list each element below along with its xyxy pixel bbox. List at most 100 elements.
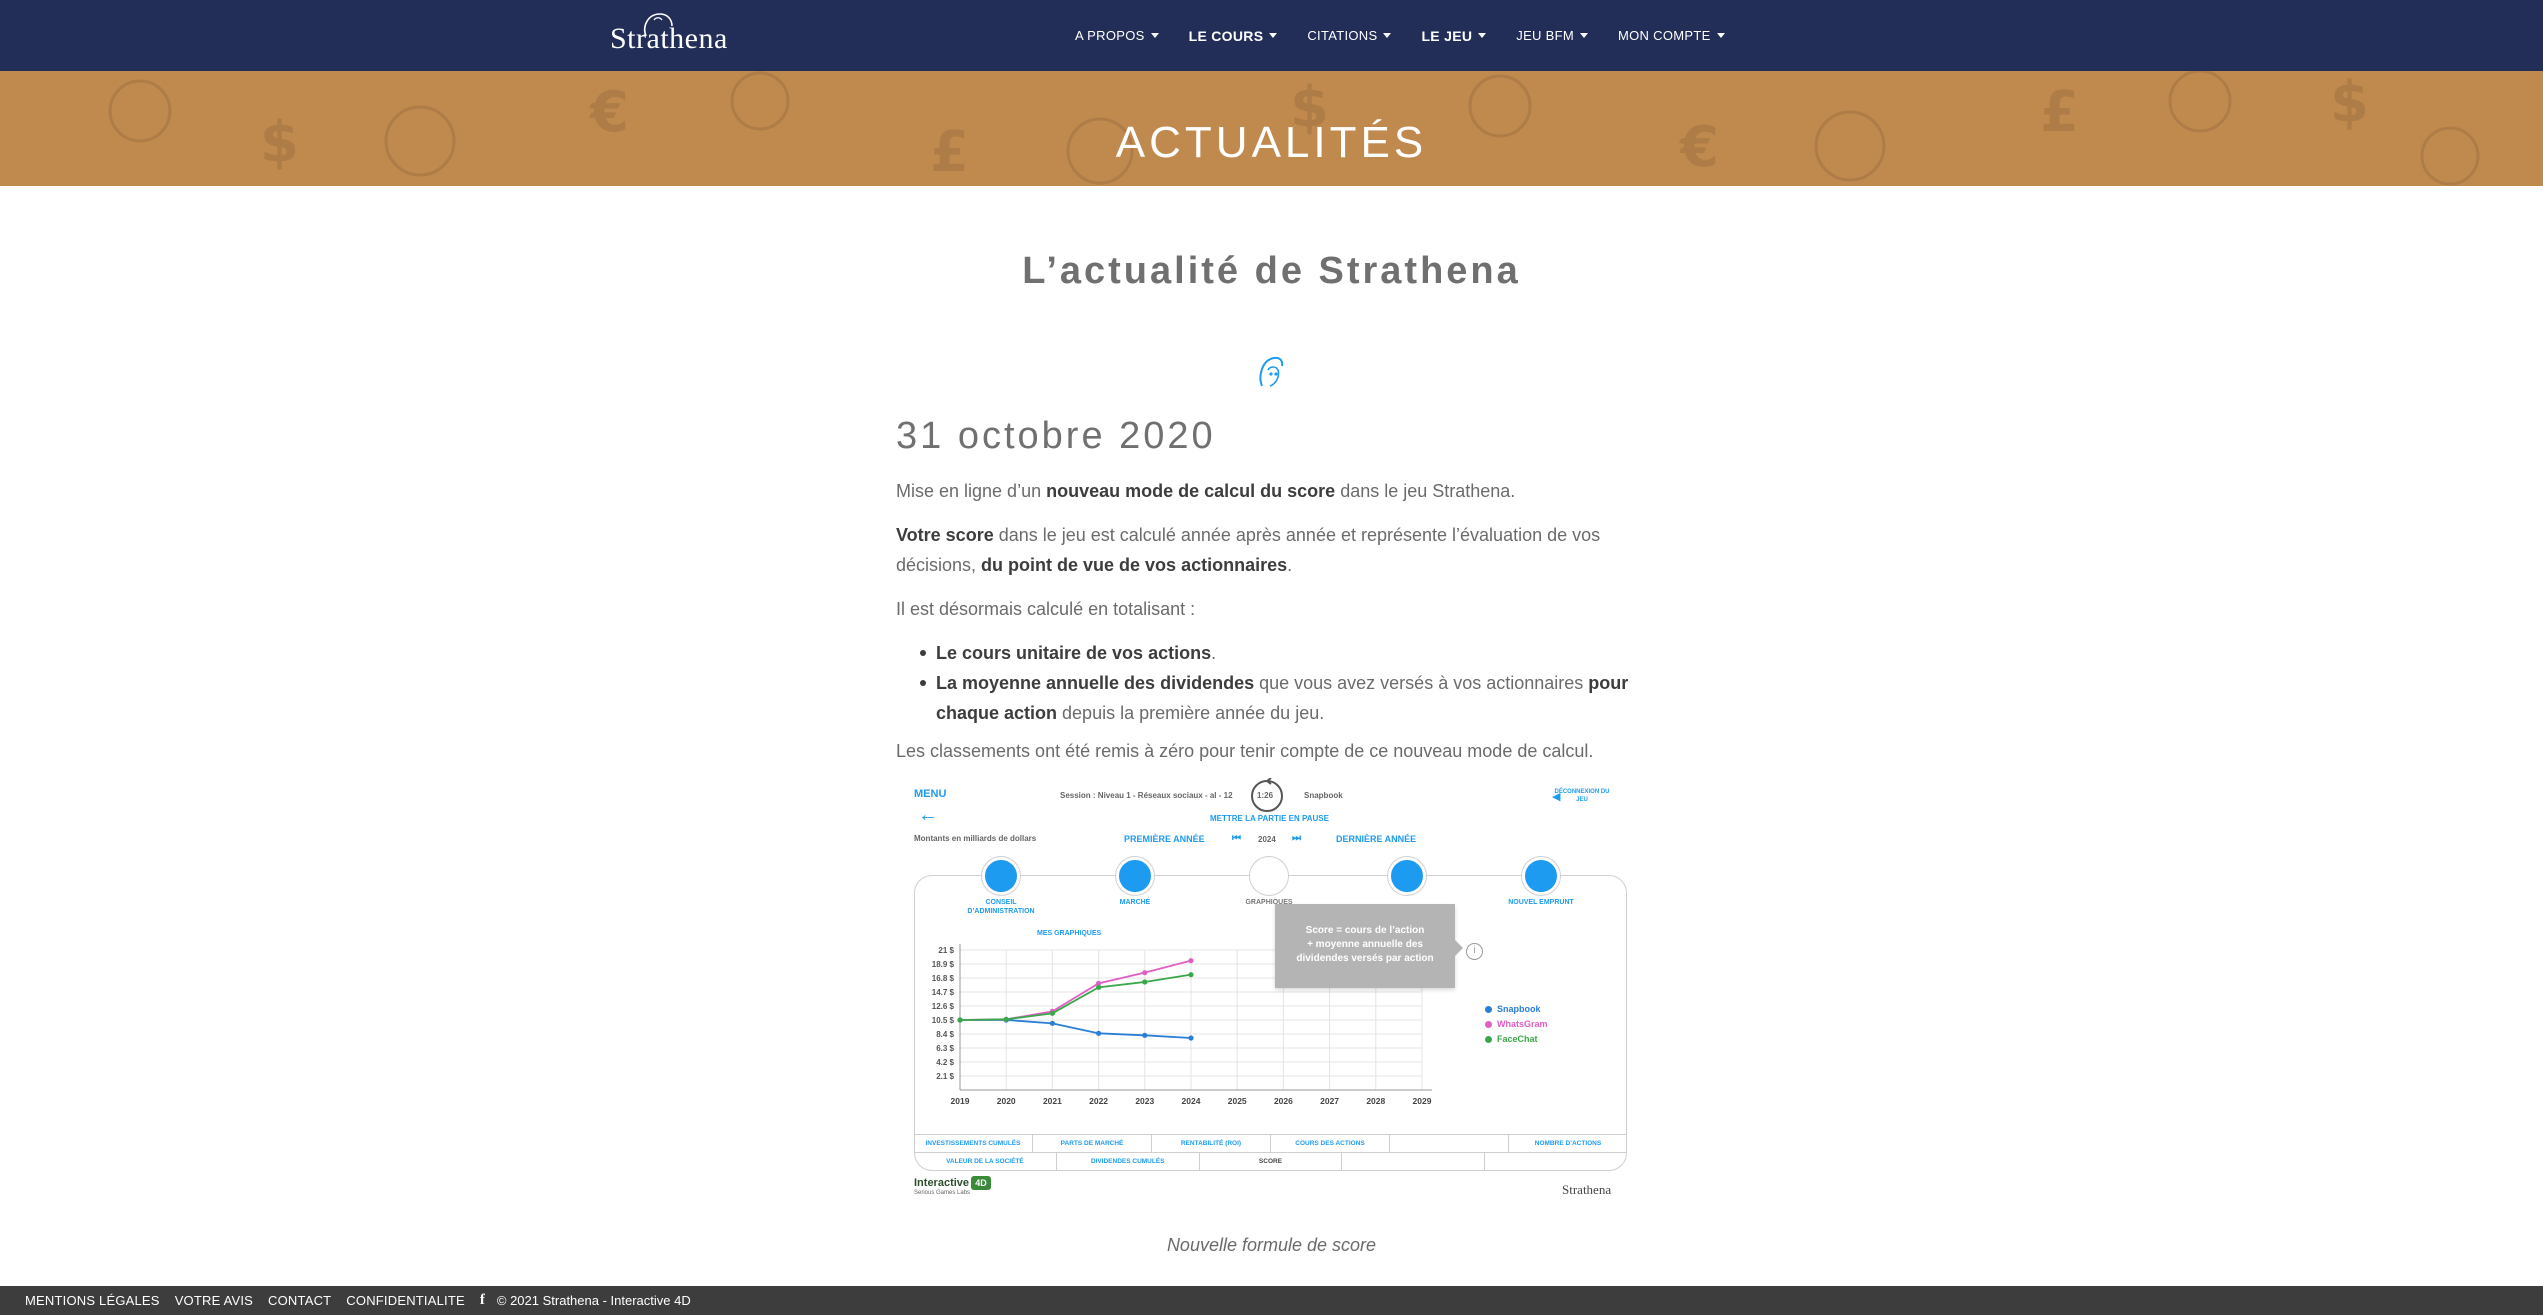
data-point [1188, 972, 1194, 978]
site-logo[interactable]: Strathena [610, 13, 742, 58]
text: Mise en ligne d’un [896, 481, 1047, 501]
data-point [1142, 979, 1148, 985]
board-icon [982, 857, 1020, 895]
table-cell: PARTS DE MARCHÉ [1033, 1135, 1152, 1152]
y-tick-label: 14.7 $ [932, 988, 955, 997]
table-cell: RENTABILITÉ (ROI) [1152, 1135, 1271, 1152]
tooltip-line: Score = cours de l’action [1305, 925, 1425, 936]
footer-link-legal[interactable]: MENTIONS LÉGALES [25, 1293, 160, 1308]
circle-label: MARCHÉ [1119, 899, 1151, 906]
bullet-list: Le cours unitaire de vos actions. La moy… [920, 638, 1636, 728]
facebook-icon[interactable]: f [480, 1292, 485, 1309]
nav-item-citations[interactable]: CITATIONS [1292, 0, 1406, 71]
game-company: Snapbook [1304, 791, 1343, 800]
game-menu-label: MENU [914, 788, 947, 800]
data-point [1188, 958, 1194, 964]
nav-label: JEU BFM [1516, 28, 1574, 43]
chart-legend: Snapbook WhatsGram FaceChat [1485, 1002, 1548, 1047]
interactive4d-logo: Interactive 4D Serious Games Labs [914, 1176, 992, 1196]
market-icon [1116, 857, 1154, 895]
text-bold: Le cours unitaire de vos actions [936, 643, 1212, 663]
next-year-icon: ⏭ [1292, 833, 1301, 844]
nav-item-le-jeu[interactable]: LE JEU [1406, 0, 1501, 71]
x-tick-label: 2021 [1043, 1096, 1062, 1106]
tooltip-line: + moyenne annuelle des [1307, 939, 1423, 950]
footer-link-feedback[interactable]: VOTRE AVIS [175, 1293, 253, 1308]
trophy-icon [1388, 857, 1426, 895]
score-tooltip: Score = cours de l’action + moyenne annu… [1275, 904, 1463, 988]
my-charts-label: MES GRAPHIQUES [1037, 930, 1102, 937]
x-tick-label: 2028 [1366, 1096, 1385, 1106]
y-tick-label: 12.6 $ [932, 1002, 955, 1011]
brand-badge: 4D [971, 1176, 992, 1190]
brand-text: Interactive [914, 1177, 970, 1189]
y-tick-label: 2.1 $ [936, 1072, 954, 1081]
list-item: La moyenne annuelle des dividendes que v… [920, 668, 1636, 728]
paragraph-reset: Les classements ont été remis à zéro pou… [896, 741, 1594, 761]
paragraph-calc: Il est désormais calculé en totalisant : [896, 599, 1196, 619]
footer-link-contact[interactable]: CONTACT [268, 1293, 331, 1308]
nav-label: MON COMPTE [1618, 28, 1711, 43]
data-point [1142, 970, 1148, 976]
text: dans le jeu Strathena. [1335, 481, 1516, 501]
disconnect-button: DÉCONNEXION DU JEU [1554, 789, 1610, 803]
legend-label: WhatsGram [1497, 1019, 1548, 1029]
nav-item-jeu-bfm[interactable]: JEU BFM [1501, 0, 1603, 71]
speaker-icon: ◀ [1552, 791, 1561, 803]
first-year-button: PREMIÈRE ANNÉE [1124, 834, 1205, 844]
data-point [957, 1017, 963, 1023]
current-year: 2024 [1258, 835, 1276, 844]
legend-item: WhatsGram [1485, 1017, 1548, 1032]
nav-item-a-propos[interactable]: A PROPOS [1060, 0, 1174, 71]
text: depuis la première année du jeu. [1057, 703, 1325, 723]
legend-item: Snapbook [1485, 1002, 1548, 1017]
footer-link-privacy[interactable]: CONFIDENTIALITE [346, 1293, 465, 1308]
nav-label: CITATIONS [1307, 28, 1378, 43]
chevron-down-icon [1716, 33, 1725, 38]
nav-item-le-cours[interactable]: LE COURS [1174, 0, 1293, 71]
game-stats-table: INVESTISSEMENTS CUMULÉS PARTS DE MARCHÉ … [914, 1134, 1627, 1171]
legend-swatch [1485, 1006, 1492, 1013]
legend-label: Snapbook [1497, 1004, 1541, 1014]
data-point [1003, 1016, 1009, 1022]
text: que vous avez versés à vos actionnaires [1254, 673, 1589, 693]
text: . [1287, 555, 1293, 575]
corner-logo: Strathena [1562, 1182, 1612, 1197]
nav-label: LE COURS [1188, 27, 1264, 44]
nav-item-mon-compte[interactable]: MON COMPTE [1603, 0, 1740, 71]
chevron-down-icon [1478, 33, 1487, 38]
list-item: Le cours unitaire de vos actions. [920, 638, 1636, 668]
owl-icon [1259, 356, 1284, 387]
text-bold: du point de vue de vos actionnaires [981, 555, 1288, 575]
amounts-note: Montants en milliards de dollars [914, 834, 1037, 843]
pause-button: METTRE LA PARTIE EN PAUSE [1210, 814, 1329, 823]
paragraph-score: Votre score dans le jeu est calculé anné… [896, 520, 1636, 580]
data-point [1188, 1035, 1194, 1041]
tooltip-arrow [1455, 940, 1463, 956]
x-tick-label: 2027 [1320, 1096, 1339, 1106]
chevron-down-icon [1383, 33, 1392, 38]
data-point [1142, 1032, 1148, 1038]
table-cell [1485, 1153, 1627, 1170]
info-icon: i [1466, 943, 1483, 960]
y-tick-label: 18.9 $ [932, 960, 955, 969]
y-tick-label: 10.5 $ [932, 1016, 955, 1025]
game-timer: 1:26 [1257, 791, 1274, 800]
table-cell [1390, 1135, 1509, 1152]
x-tick-label: 2023 [1135, 1096, 1154, 1106]
tooltip-line: dividendes versés par action [1296, 953, 1434, 964]
chevron-down-icon [1269, 33, 1278, 38]
y-tick-label: 8.4 $ [936, 1030, 954, 1039]
back-arrow-icon: ← [918, 804, 938, 826]
x-tick-label: 2025 [1228, 1096, 1247, 1106]
y-tick-label: 4.2 $ [936, 1058, 954, 1067]
legend-swatch [1485, 1021, 1492, 1028]
x-tick-label: 2022 [1089, 1096, 1108, 1106]
post-date: 31 octobre 2020 [896, 415, 1216, 457]
circle-label: CONSEIL D’ADMINISTRATION [967, 899, 1035, 915]
game-screenshot: MENU ← Session : Niveau 1 - Réseaux soci… [912, 778, 1632, 1205]
table-cell: COURS DES ACTIONS [1271, 1135, 1390, 1152]
y-tick-label: 6.3 $ [936, 1044, 954, 1053]
y-tick-label: 16.8 $ [932, 974, 955, 983]
circle-label: NOUVEL EMPRUNT [1508, 899, 1574, 906]
